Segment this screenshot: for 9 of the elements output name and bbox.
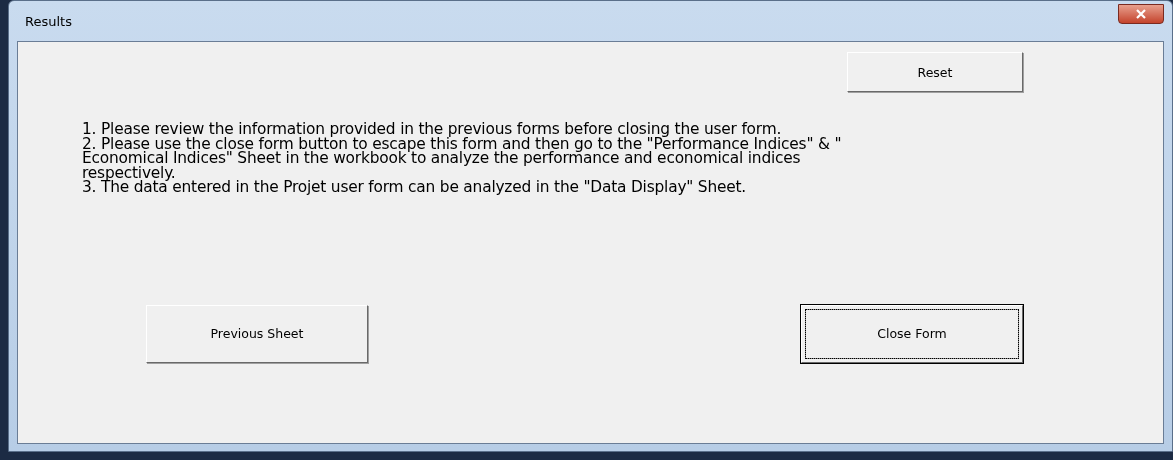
close-form-button[interactable]: Close Form	[801, 304, 1023, 363]
close-icon	[1134, 9, 1148, 19]
instruction-text: 1. Please review the information provided in the previous forms before closing the user form.	[82, 122, 782, 137]
close-button[interactable]	[1118, 4, 1164, 24]
window-title: Results	[24, 13, 72, 29]
instruction-text: 2. Please use the close form button to escape this form and then go to the "Performance Indices" & " Economical Indices" Sheet in the workbook to analyze the performance and economical indices respectively.	[82, 136, 843, 180]
reset-button[interactable]: Reset	[847, 52, 1023, 92]
instruction-text: 3. The data entered in the Projet user form can be analyzed in the "Data Display" Sheet.	[82, 180, 748, 195]
previous-sheet-button[interactable]: Previous Sheet	[146, 304, 368, 363]
